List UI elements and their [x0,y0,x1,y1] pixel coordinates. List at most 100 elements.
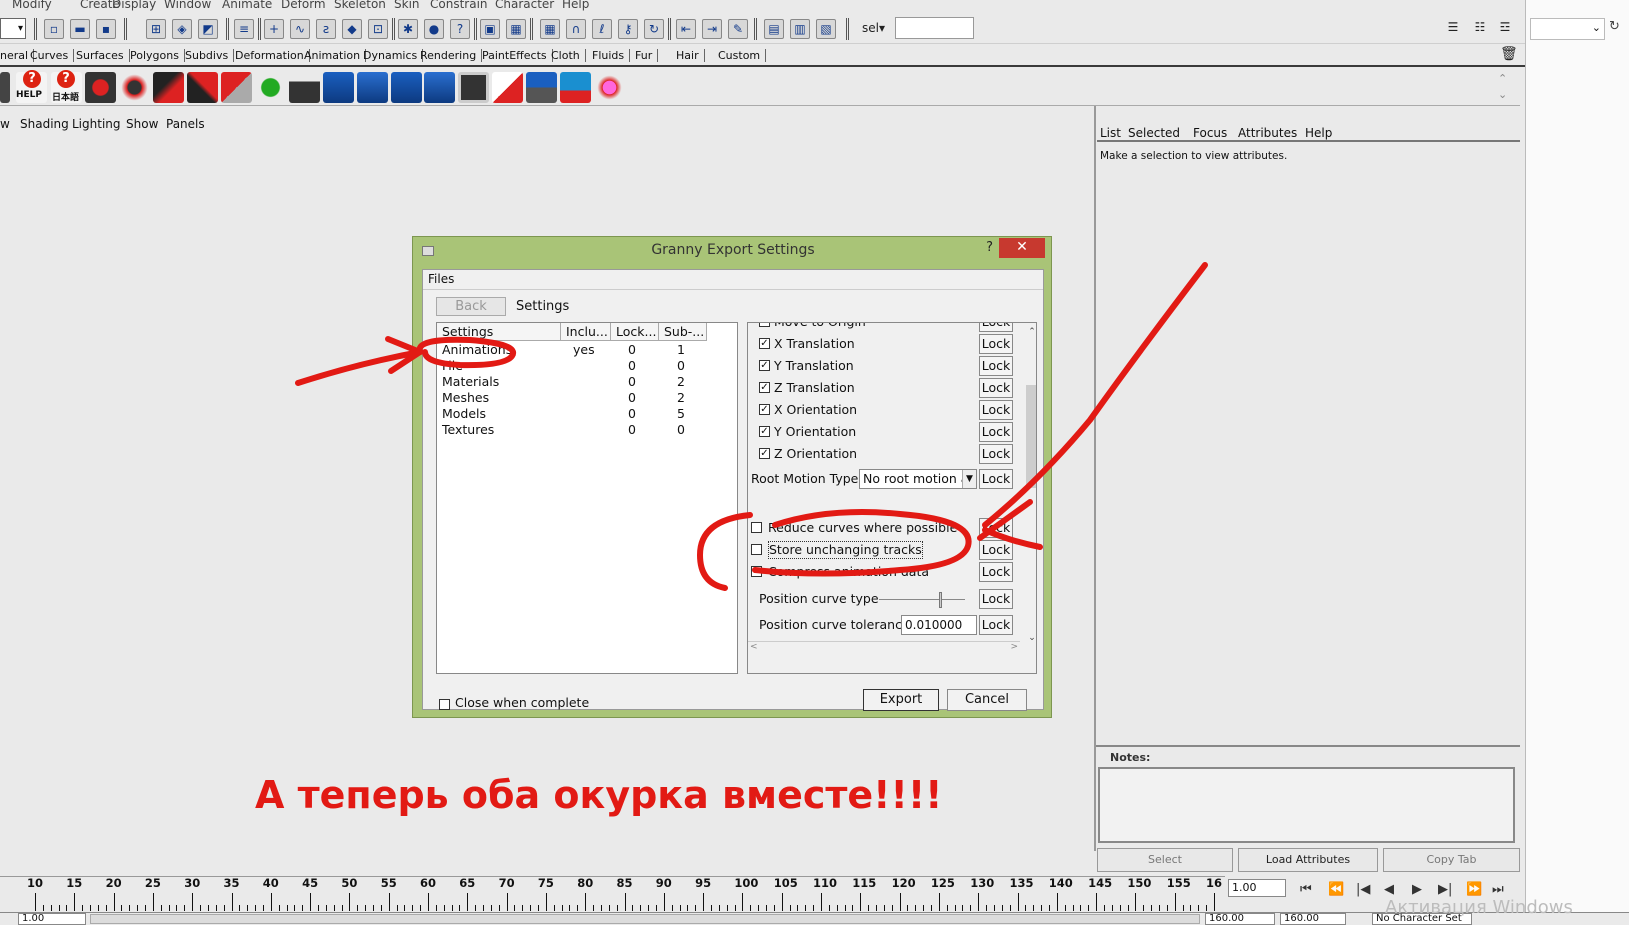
list-item[interactable]: Materials 0 2 [437,374,737,390]
snap-plane-icon[interactable]: ◆ [342,19,362,39]
checkbox[interactable]: ✓ [759,404,770,415]
step-back-frame-icon[interactable]: |◀ [1356,882,1370,897]
lock-button[interactable]: Lock [979,469,1013,489]
checkbox[interactable]: ✓ [759,323,770,327]
range-slider[interactable] [90,914,1200,924]
vertical-scrollbar[interactable]: ⌃ ⌄ [1026,327,1036,657]
select-hierarchy-icon[interactable]: ⊞ [146,19,166,39]
go-to-start-icon[interactable]: ⏮ [1300,882,1312,897]
input-ops-icon[interactable]: ⇤ [676,19,696,39]
menu-help[interactable]: Help [562,0,589,11]
option-row[interactable]: ✓ Z Orientation Lock [748,444,1036,464]
end-time-field[interactable]: 160.00 [1205,913,1275,925]
files-menu[interactable]: Files [428,272,454,286]
checkbox[interactable] [439,699,450,710]
menu-view[interactable]: w [0,117,10,131]
attr-menu-selected[interactable]: Selected [1128,126,1180,140]
checkbox[interactable] [751,544,762,555]
hierarchy-icon[interactable] [492,72,523,103]
blue-figure-2-icon[interactable] [357,72,388,103]
shelf-scroll-up-icon[interactable]: ⌃ [1498,72,1507,85]
checkbox[interactable]: ✓ [759,426,770,437]
tab-fur[interactable]: Fur [635,49,659,62]
scroll-up-icon[interactable]: ⌃ [1026,327,1036,337]
checkbox[interactable]: ✓ [751,566,762,577]
step-forward-key-icon[interactable]: ⏩ [1466,882,1482,897]
col-sub[interactable]: Sub-... [659,323,707,341]
option-row[interactable]: ✓ Y Translation Lock [748,356,1036,376]
shelf-scroll-down-icon[interactable]: ⌄ [1498,88,1507,101]
close-button[interactable]: ✕ [999,238,1045,258]
render-frame-icon[interactable]: ▤ [764,19,784,39]
option-row[interactable]: ✓ X Translation Lock [748,334,1036,354]
tab-animation[interactable]: Animation [304,49,367,62]
option-row[interactable]: ✓ Move to Origin Lock [748,323,1036,332]
step-back-key-icon[interactable]: ⏪ [1328,882,1344,897]
tab-custom[interactable]: Custom [718,49,767,62]
list-item[interactable]: Meshes 0 2 [437,390,737,406]
back-button[interactable]: Back [436,297,506,316]
shelf-arrow-icon[interactable] [0,72,10,103]
col-settings[interactable]: Settings [437,323,561,341]
lock-icon[interactable]: ▣ [480,19,500,39]
scroll-thumb[interactable] [1026,385,1036,488]
time-slider[interactable]: 10 15 20 25 30 35 40 45 50 55 60 65 70 75 80 85 90 95 100 1… [0,876,1225,912]
lock-button[interactable]: Lock [979,589,1013,609]
ik-spline-icon[interactable] [187,72,218,103]
end-range-field[interactable]: 160.00 [1280,913,1346,925]
step-forward-frame-icon[interactable]: ▶| [1438,882,1452,897]
trash-icon[interactable]: 🗑 [1500,46,1518,62]
tab-rendering[interactable]: Rendering [420,49,483,62]
checkbox[interactable]: ✓ [759,448,770,459]
lock-button[interactable]: Lock [979,422,1013,442]
snap-point-icon[interactable]: ƨ [316,19,336,39]
mode-dropdown[interactable]: ▾ [0,18,26,39]
flag-row[interactable]: Reduce curves where possible Lock [748,518,1036,538]
selection-input[interactable] [895,17,974,39]
tab-polygons[interactable]: Polygons [130,49,185,62]
cancel-button[interactable]: Cancel [947,689,1027,711]
render-globe-icon[interactable]: ● [424,19,444,39]
menu-show[interactable]: Show [126,117,158,131]
cylinder-icon[interactable] [289,72,320,103]
menu-display[interactable]: Display [112,0,156,11]
blue-select-icon[interactable] [526,72,557,103]
menu-constrain[interactable]: Constrain [430,0,488,11]
attr-menu-focus[interactable]: Focus [1193,126,1227,140]
list-item[interactable]: File 0 0 [437,358,737,374]
list-item[interactable]: Models 0 5 [437,406,737,422]
pin-icon[interactable]: ℓ [592,19,612,39]
green-arrow-icon[interactable] [255,72,286,103]
uv-grid-icon[interactable]: ▦ [540,19,560,39]
render-settings-icon[interactable]: ▧ [816,19,836,39]
slider-handle[interactable] [939,592,942,608]
select-component-icon[interactable]: ◩ [198,19,218,39]
skin-bind-icon[interactable] [221,72,252,103]
flag-row[interactable]: ✓ Compress animation data Lock [748,562,1036,582]
snap-grid-icon[interactable]: + [264,19,284,39]
menu-skeleton[interactable]: Skeleton [334,0,386,11]
tab-subdivs[interactable]: Subdivs [185,49,235,62]
list-item[interactable]: Animations yes 0 1 [437,342,737,358]
lock-button[interactable]: Lock [979,378,1013,398]
tab-general[interactable]: neral [0,49,35,62]
option-row[interactable]: ✓ Z Translation Lock [748,378,1036,398]
root-motion-select[interactable]: No root motion a ▼ [859,469,977,489]
play-forward-icon[interactable]: ▶ [1412,882,1422,897]
sel-label[interactable]: sel▾ [862,21,885,35]
go-to-end-icon[interactable]: ⏭ [1492,882,1504,897]
select-set-icon[interactable]: ▦ [506,19,526,39]
option-row[interactable]: ✓ X Orientation Lock [748,400,1036,420]
lock-button[interactable]: Lock [979,334,1013,354]
tab-hair[interactable]: Hair [676,49,705,62]
menu-lighting[interactable]: Lighting [72,117,121,131]
tab-surfaces[interactable]: Surfaces [76,49,130,62]
blue-figure-1-icon[interactable] [323,72,354,103]
checkbox[interactable] [751,522,762,533]
blue-figure-4-icon[interactable] [424,72,455,103]
make-live-icon[interactable]: ⊡ [368,19,388,39]
select-button[interactable]: Select [1097,848,1233,872]
key-icon[interactable]: ⚷ [618,19,638,39]
help-question-icon[interactable]: ? [450,19,470,39]
construction-history-icon[interactable]: ✎ [728,19,748,39]
